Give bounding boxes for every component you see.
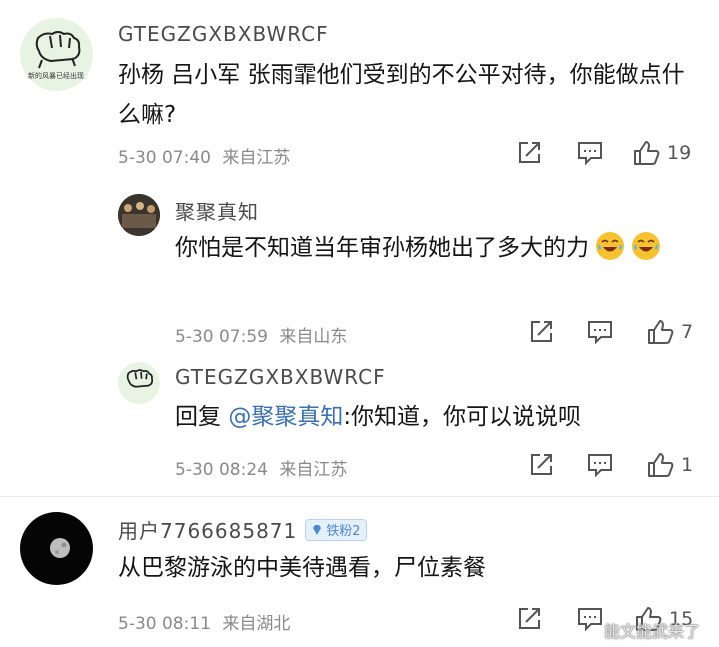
comment-time: 5-30 07:40 [118,148,211,168]
comment-icon [588,454,612,478]
avatar-caption: 新的风暴已经出现 [28,72,84,80]
comment-location: 来自湖北 [222,614,291,634]
comment-text: 从巴黎游泳的中美待遇看，尸位素餐 [118,555,486,581]
reply-meta: 5-30 08:24 来自江苏 [175,455,347,480]
reply-time: 5-30 08:24 [175,460,268,480]
laughing-crying-emoji-icon [631,232,660,260]
reply-button[interactable] [576,140,604,166]
like-button[interactable]: 19 [632,139,691,167]
share-button[interactable] [516,140,542,166]
reply-location: 来自江苏 [279,460,348,480]
reply-text: 你怕是不知道当年审孙杨她出了多大的力 [175,228,700,268]
watermark: 能文能武来了 [604,622,701,641]
share-icon [519,142,540,163]
reply-button[interactable] [576,606,604,632]
share-button[interactable] [528,319,554,345]
comment-icon [578,608,602,632]
comment-icon [588,321,612,345]
comment-icon [578,142,602,166]
reply-time: 5-30 07:59 [175,327,268,347]
reply-text-content: 你怕是不知道当年审孙杨她出了多大的力 [175,235,589,261]
divider [0,496,719,497]
comment-meta: 5-30 08:11 来自湖北 [118,609,290,634]
like-icon [648,320,674,344]
comment-username[interactable]: GTEGZGXBXBWRCF [118,22,329,46]
share-icon [531,454,552,475]
mention-link[interactable]: @聚聚真知 [228,404,343,430]
reply-username[interactable]: GTEGZGXBXBWRCF [175,365,386,389]
diamond-icon [313,524,322,535]
moon-icon [50,538,70,558]
comment-username[interactable]: 用户7766685871 [118,515,297,544]
avatar[interactable]: 新的风暴已经出现 [20,18,93,91]
reply-button[interactable] [586,452,614,478]
like-icon [634,141,660,165]
comment-meta: 5-30 07:40 来自江苏 [118,143,290,168]
reply-location: 来自山东 [279,327,348,347]
reply-username[interactable]: 聚聚真知 [175,196,259,225]
share-button[interactable] [516,606,542,632]
like-count: 19 [667,142,692,164]
fan-badge: 铁粉2 [305,518,367,541]
comment-time: 5-30 08:11 [118,614,211,634]
avatar[interactable] [118,362,160,404]
like-count: 1 [681,454,694,476]
comment-text: 孙杨 吕小军 张雨霏他们受到的不公平对待，你能做点什么嘛? [118,62,685,128]
avatar[interactable] [118,194,160,236]
like-icon [648,453,674,477]
avatar[interactable] [20,512,93,585]
reply-text-content: :你知道，你可以说说呗 [343,404,582,430]
share-button[interactable] [528,452,554,478]
photo-icon [118,194,160,236]
reply-prefix: 回复 [175,404,229,430]
share-icon [519,608,540,629]
fan-badge-label: 铁粉2 [326,524,361,539]
reply-text: 回复 @聚聚真知:你知道，你可以说说呗 [175,397,700,437]
reply-meta: 5-30 07:59 来自山东 [175,322,347,347]
user-header: 用户7766685871 铁粉2 [118,515,367,544]
share-icon [531,321,552,342]
laughing-crying-emoji-icon [596,232,625,260]
like-button[interactable]: 7 [646,318,693,346]
like-button[interactable]: 1 [646,451,693,479]
comment-location: 来自江苏 [222,148,291,168]
fist-icon [126,369,154,388]
like-count: 7 [681,321,694,343]
reply-button[interactable] [586,319,614,345]
